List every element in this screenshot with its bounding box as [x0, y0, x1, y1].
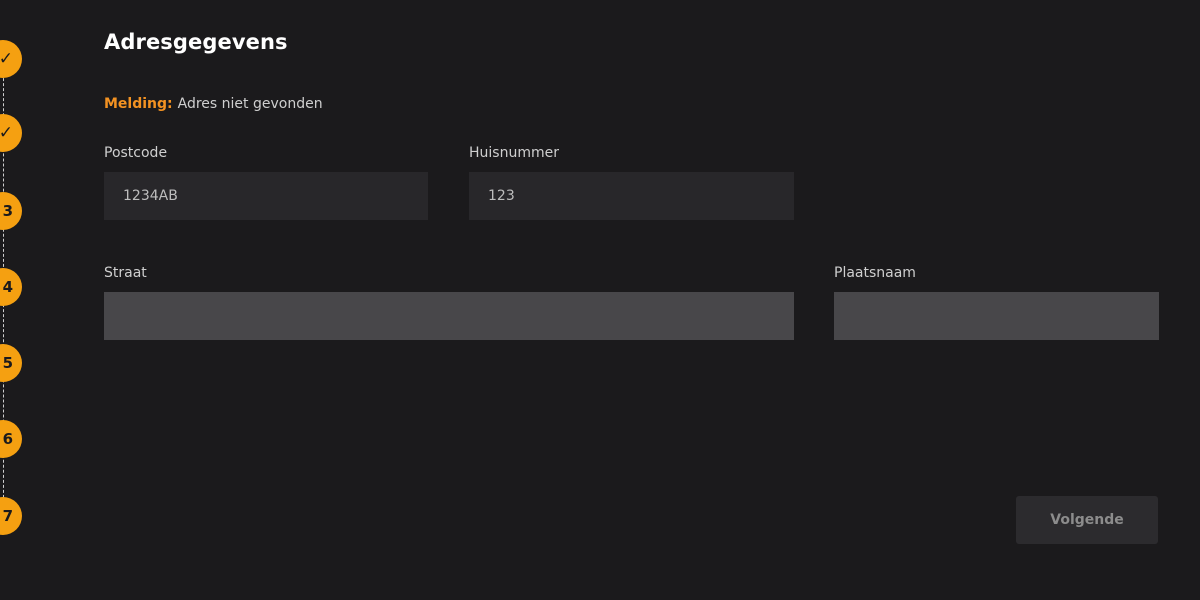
plaatsnaam-input[interactable] — [834, 292, 1159, 340]
step-number: 3 — [2, 202, 13, 220]
step-number: 6 — [2, 430, 13, 448]
step-1-completed[interactable]: ✓ — [0, 40, 22, 78]
step-6[interactable]: 6 — [0, 420, 22, 458]
step-number: 7 — [2, 507, 13, 525]
step-7[interactable]: 7 — [0, 497, 22, 535]
step-3[interactable]: 3 — [0, 192, 22, 230]
check-icon: ✓ — [0, 123, 13, 143]
progress-stepper: ✓ ✓ 3 4 5 6 7 — [0, 0, 40, 600]
notice-label: Melding: — [104, 96, 173, 112]
address-notice: Melding: Adres niet gevonden — [104, 96, 323, 112]
step-number: 5 — [2, 354, 13, 372]
straat-label: Straat — [104, 265, 147, 281]
step-5[interactable]: 5 — [0, 344, 22, 382]
huisnummer-label: Huisnummer — [469, 145, 559, 161]
step-number: 4 — [2, 278, 13, 296]
step-2-completed[interactable]: ✓ — [0, 114, 22, 152]
postcode-value: 1234AB — [123, 188, 178, 204]
next-button[interactable]: Volgende — [1016, 496, 1158, 544]
huisnummer-value: 123 — [488, 188, 515, 204]
postcode-input[interactable]: 1234AB — [104, 172, 428, 220]
address-form-page: ✓ ✓ 3 4 5 6 7 Adresgegevens Melding: Adre… — [0, 0, 1200, 600]
step-4[interactable]: 4 — [0, 268, 22, 306]
page-title: Adresgegevens — [104, 30, 288, 54]
check-icon: ✓ — [0, 49, 13, 69]
straat-input[interactable] — [104, 292, 794, 340]
huisnummer-input[interactable]: 123 — [469, 172, 794, 220]
plaatsnaam-label: Plaatsnaam — [834, 265, 916, 281]
postcode-label: Postcode — [104, 145, 168, 161]
notice-text: Adres niet gevonden — [177, 96, 323, 112]
